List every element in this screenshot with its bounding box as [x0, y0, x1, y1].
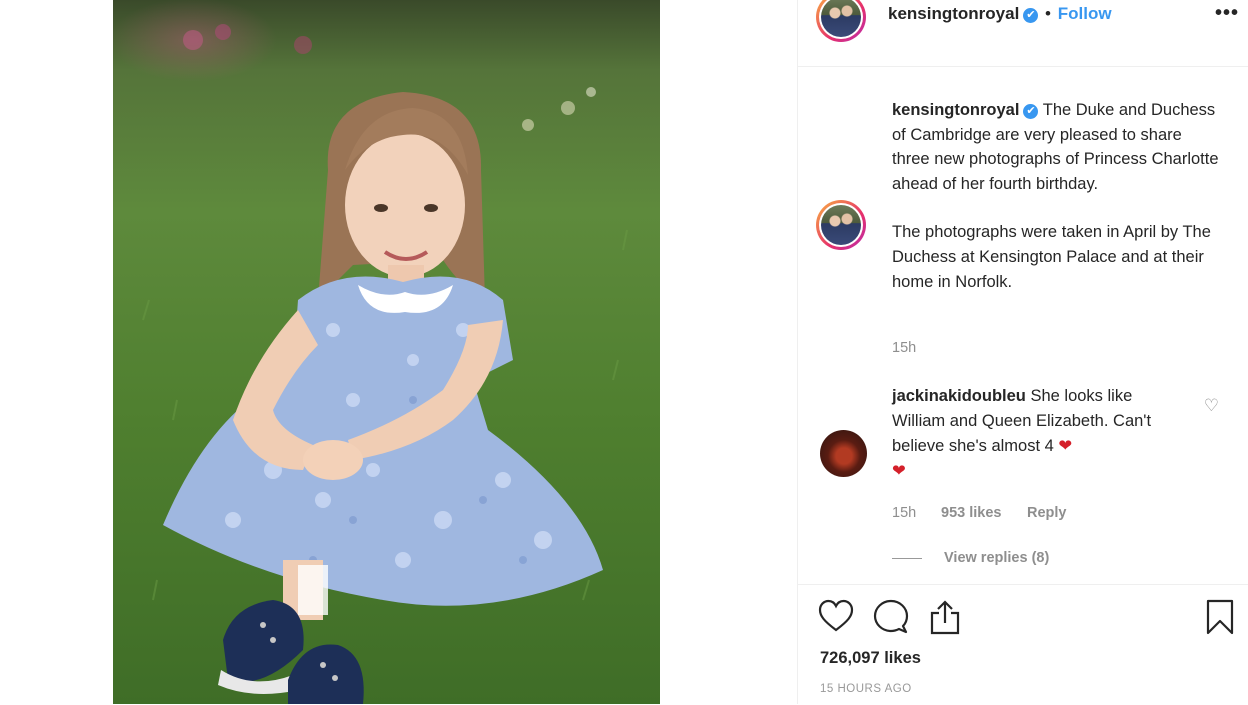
commenter-avatar[interactable] [820, 430, 867, 477]
verified-badge-icon: ✔ [1023, 104, 1039, 119]
comment-likes[interactable]: 953 likes [941, 505, 1001, 521]
red-heart-emoji-icon: ❤ [892, 462, 906, 480]
post-caption: kensingtonroyal ✔ The Duke and Duchess of… [892, 98, 1222, 294]
author-avatar[interactable] [816, 0, 866, 42]
post-header: kensingtonroyal ✔ • Follow ••• [798, 0, 1248, 67]
verified-badge-icon: ✔ [1023, 8, 1039, 23]
post-photo[interactable] [113, 0, 660, 704]
post-timestamp[interactable]: 15 HOURS AGO [820, 683, 912, 695]
caption-author-avatar[interactable] [816, 200, 866, 250]
author-line: kensingtonroyal ✔ • Follow [888, 4, 1112, 24]
view-replies-button[interactable]: View replies (8) [944, 550, 1049, 566]
photo-illustration [142, 24, 628, 704]
post-details-panel: kensingtonroyal ✔ • Follow ••• kensington… [797, 0, 1248, 704]
like-heart-icon[interactable] [818, 599, 854, 633]
post-actions: 726,097 likes 15 HOURS AGO [798, 584, 1248, 705]
more-options-icon[interactable]: ••• [1215, 2, 1239, 25]
red-heart-emoji-icon: ❤ [1058, 437, 1073, 455]
comment-like-heart-icon[interactable]: ♡ [1204, 396, 1219, 416]
comment-username[interactable]: jackinakidoubleu [892, 387, 1026, 405]
comment-time[interactable]: 15h [892, 505, 916, 521]
bookmark-save-icon[interactable] [1206, 599, 1234, 635]
author-username[interactable]: kensingtonroyal [888, 4, 1019, 23]
follow-button[interactable]: Follow [1058, 4, 1112, 23]
comment-bubble-icon[interactable] [873, 599, 909, 635]
reply-button[interactable]: Reply [1027, 505, 1067, 521]
view-replies-divider [892, 558, 922, 559]
caption-text-2: The photographs were taken in April by T… [892, 223, 1211, 291]
caption-username[interactable]: kensingtonroyal [892, 101, 1019, 119]
caption-time[interactable]: 15h [892, 340, 916, 356]
separator-dot: • [1045, 4, 1051, 23]
share-icon[interactable] [928, 599, 962, 635]
post-likes-count[interactable]: 726,097 likes [820, 649, 921, 668]
comment-item: jackinakidoubleu She looks like William … [892, 384, 1182, 484]
